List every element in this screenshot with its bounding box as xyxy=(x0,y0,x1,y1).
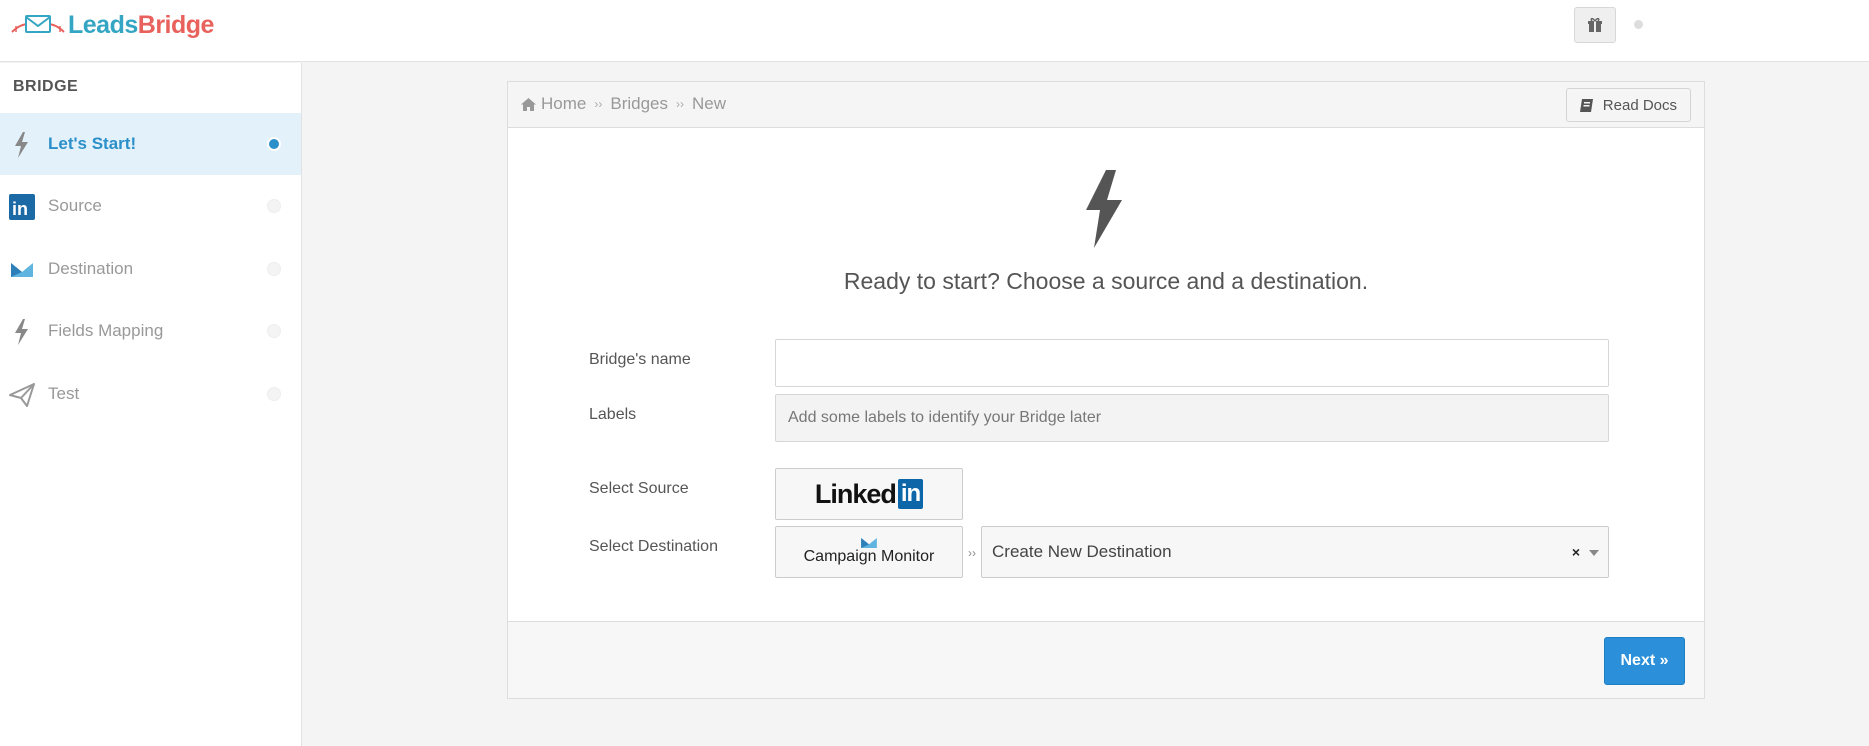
select-destination-label: Select Destination xyxy=(589,538,718,555)
gift-icon xyxy=(1588,17,1602,32)
sidebar-item-fields-mapping[interactable]: Fields Mapping xyxy=(0,300,301,362)
paper-plane-icon xyxy=(9,382,35,408)
breadcrumb-separator: ›› xyxy=(594,97,603,111)
breadcrumb: Home ›› Bridges ›› New xyxy=(521,94,726,114)
sidebar-item-test[interactable]: Test xyxy=(0,363,301,425)
home-icon xyxy=(521,97,536,111)
read-docs-button[interactable]: Read Docs xyxy=(1565,88,1691,122)
bridge-name-label: Bridge's name xyxy=(589,351,691,368)
campaign-monitor-text: Campaign Monitor xyxy=(803,548,935,565)
destination-separator: ›› xyxy=(968,546,976,560)
linkedin-logo-text: Linked xyxy=(814,478,897,509)
step-indicator xyxy=(267,137,281,151)
sidebar-item-label: Let's Start! xyxy=(48,134,137,153)
step-indicator xyxy=(267,199,281,213)
sidebar-item-label: Source xyxy=(48,196,102,215)
bridge-envelope-icon xyxy=(11,15,65,33)
step-indicator xyxy=(267,262,281,276)
linkedin-logo: Linked in xyxy=(814,478,924,510)
breadcrumb-bridges[interactable]: Bridges xyxy=(610,94,668,114)
linkedin-logo-in: in xyxy=(897,479,924,509)
book-icon xyxy=(1579,98,1593,112)
chevron-down-icon[interactable] xyxy=(1589,550,1599,556)
breadcrumb-home[interactable]: Home xyxy=(541,94,586,114)
destination-select[interactable]: Create New Destination × xyxy=(981,526,1609,578)
top-bar: LeadsBridge xyxy=(0,0,1869,62)
logo-text-leads: Leads xyxy=(68,10,138,39)
svg-text:in: in xyxy=(12,199,28,219)
sidebar-item-label: Test xyxy=(48,384,80,403)
destination-campaign-monitor-tile[interactable]: Campaign Monitor xyxy=(775,526,963,578)
step-indicator xyxy=(267,324,281,338)
sidebar-item-label: Destination xyxy=(48,259,134,278)
linkedin-icon: in xyxy=(9,194,35,220)
read-docs-label: Read Docs xyxy=(1602,96,1677,114)
panel-footer: Next » xyxy=(508,621,1704,698)
source-linkedin-tile[interactable]: Linked in xyxy=(775,468,963,520)
bridge-panel: Home ›› Bridges ›› New Read Docs Ready t… xyxy=(507,81,1705,699)
sidebar-item-destination[interactable]: Destination xyxy=(0,238,301,300)
campaign-monitor-icon xyxy=(9,257,35,283)
labels-label: Labels xyxy=(589,406,637,423)
page-headline: Ready to start? Choose a source and a de… xyxy=(843,268,1369,294)
bolt-icon xyxy=(9,132,35,158)
logo-text-bridge: Bridge xyxy=(137,10,215,39)
sidebar-item-source[interactable]: in Source xyxy=(0,175,301,237)
next-button[interactable]: Next » xyxy=(1604,637,1685,685)
breadcrumb-current: New xyxy=(692,94,727,113)
leadsbridge-logo[interactable]: LeadsBridge xyxy=(10,10,214,40)
bridge-name-input[interactable] xyxy=(775,339,1609,387)
campaign-monitor-logo: Campaign Monitor xyxy=(803,538,935,566)
sidebar: BRIDGE Let's Start! in Source Destinatio… xyxy=(0,63,302,746)
bolt-icon xyxy=(9,319,35,345)
clear-icon[interactable]: × xyxy=(1572,544,1580,560)
sidebar-item-label: Fields Mapping xyxy=(48,321,164,340)
select-source-label: Select Source xyxy=(589,480,689,497)
sidebar-item-lets-start[interactable]: Let's Start! xyxy=(0,113,301,175)
sidebar-title: BRIDGE xyxy=(13,78,79,95)
labels-input[interactable]: Add some labels to identify your Bridge … xyxy=(775,394,1609,442)
status-dot xyxy=(1634,20,1643,29)
breadcrumb-separator: ›› xyxy=(676,97,684,111)
destination-select-value: Create New Destination xyxy=(992,542,1172,561)
campaign-monitor-icon xyxy=(861,538,877,548)
step-indicator xyxy=(267,387,281,401)
panel-header: Home ›› Bridges ›› New Read Docs xyxy=(508,82,1704,128)
bolt-icon xyxy=(1086,170,1122,248)
gift-button[interactable] xyxy=(1574,7,1616,43)
